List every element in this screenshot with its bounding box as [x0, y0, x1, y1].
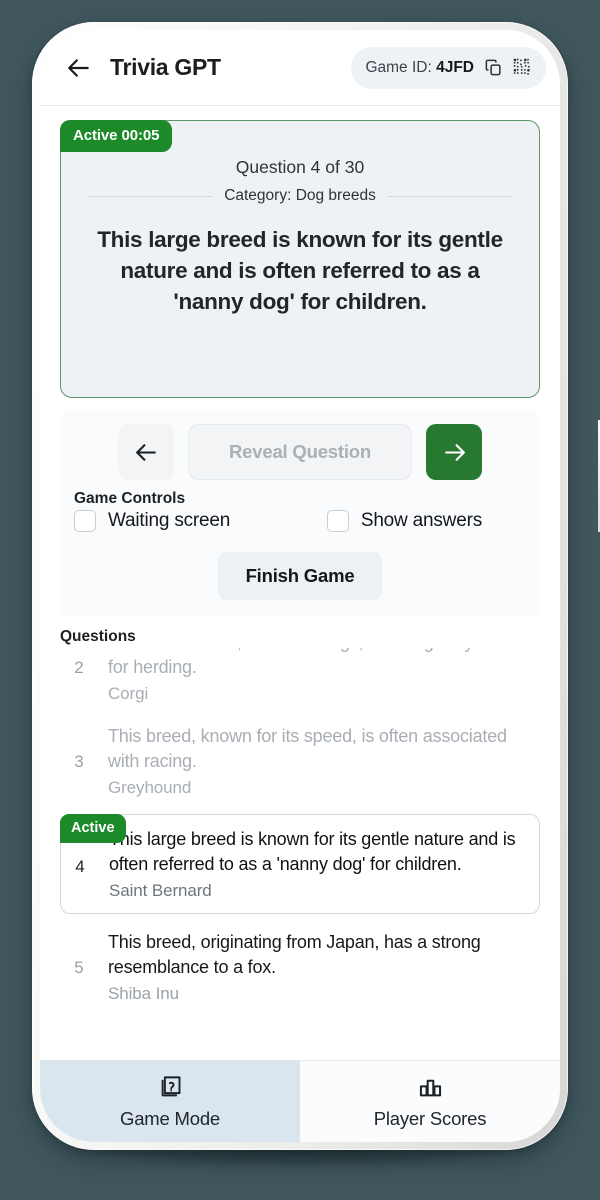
question-number: 3 [74, 752, 84, 772]
game-id-text: Game ID: 4JFD [365, 59, 474, 77]
app-header: Trivia GPT Game ID: 4JFD [40, 30, 560, 106]
question-number: 2 [74, 658, 84, 677]
tab-game-mode[interactable]: Game Mode [40, 1061, 300, 1142]
question-answer: Saint Bernard [109, 881, 212, 901]
copy-icon [485, 59, 501, 76]
divider-right [387, 195, 514, 197]
waiting-screen-toggle[interactable]: Waiting screen [74, 510, 230, 532]
cards-question-icon [161, 1075, 180, 1096]
question-answer: Corgi [108, 684, 149, 704]
game-id-label: Game ID: [365, 58, 437, 76]
show-answers-toggle[interactable]: Show answers [326, 510, 482, 532]
bottom-tab-bar: Game Mode Player Scores [40, 1060, 560, 1142]
list-item-active[interactable]: Active 4 This large breed is known for i… [60, 814, 540, 915]
bar-chart-icon [419, 1079, 441, 1096]
screenshot-stage: Trivia GPT Game ID: 4JFD Active 00:05 Qu… [0, 0, 600, 1200]
copy-game-id-button[interactable] [484, 58, 503, 77]
list-item[interactable]: 3 This breed, known for its speed, is of… [60, 714, 540, 808]
waiting-screen-checkbox[interactable] [74, 510, 96, 532]
finish-game-button[interactable]: Finish Game [217, 552, 383, 600]
arrow-left-icon [135, 443, 156, 461]
questions-section-title: Questions [60, 628, 136, 645]
next-question-button[interactable] [426, 424, 482, 480]
waiting-screen-label: Waiting screen [108, 510, 231, 531]
question-answer: Shiba Inu [108, 984, 179, 1000]
app-body: Active 00:05 Question 4 of 30 Category: … [40, 106, 560, 1060]
list-item[interactable]: 2 This small breed, with short legs, was… [60, 648, 540, 714]
list-item[interactable]: 5 This breed, originating from Japan, ha… [60, 920, 540, 1000]
qr-code-icon [513, 58, 530, 75]
controls-checkbox-row: Waiting screen Show answers [74, 510, 526, 532]
question-body: This breed, known for its speed, is ofte… [108, 726, 507, 772]
arrow-right-icon [444, 443, 465, 461]
finish-game-row: Finish Game [74, 552, 526, 600]
tab-label: Game Mode [120, 1107, 220, 1129]
current-question-card: Active 00:05 Question 4 of 30 Category: … [60, 120, 540, 398]
game-id-pill[interactable]: Game ID: 4JFD [351, 46, 546, 89]
divider-left [87, 195, 213, 197]
arrow-left-icon [68, 58, 89, 77]
active-timer-badge: Active 00:05 [60, 120, 173, 152]
row-active-badge: Active [60, 814, 126, 844]
question-answer: Greyhound [108, 778, 192, 798]
back-button[interactable] [62, 51, 96, 85]
question-body: This small breed, with short legs, was o… [108, 648, 514, 678]
questions-list[interactable]: 2 This small breed, with short legs, was… [60, 648, 540, 1000]
page-title: Trivia GPT [110, 54, 221, 80]
navigation-row: Reveal Question [74, 424, 526, 480]
tab-player-scores[interactable]: Player Scores [300, 1061, 560, 1142]
question-category: Category: Dog breeds [224, 187, 376, 204]
show-answers-checkbox[interactable] [326, 510, 349, 532]
question-body: This large breed is known for its gentle… [109, 829, 516, 875]
question-counter: Question 4 of 30 [235, 157, 365, 177]
game-controls-label: Game Controls [74, 490, 186, 507]
reveal-question-button[interactable]: Reveal Question [188, 424, 412, 480]
game-controls-panel: Reveal Question Game Controls Waiting sc… [60, 410, 540, 616]
qr-code-button[interactable] [513, 58, 532, 77]
category-row: Category: Dog breeds [81, 187, 519, 205]
phone-screen: Trivia GPT Game ID: 4JFD Active 00:05 Qu… [40, 30, 560, 1142]
question-number: 5 [74, 958, 84, 978]
tab-label: Player Scores [373, 1107, 487, 1129]
show-answers-label: Show answers [360, 510, 482, 531]
game-id-value: 4JFD [436, 58, 474, 76]
question-body: This breed, originating from Japan, has … [108, 932, 481, 978]
question-text: This large breed is known for its gentle… [97, 227, 503, 314]
previous-question-button[interactable] [118, 424, 174, 480]
